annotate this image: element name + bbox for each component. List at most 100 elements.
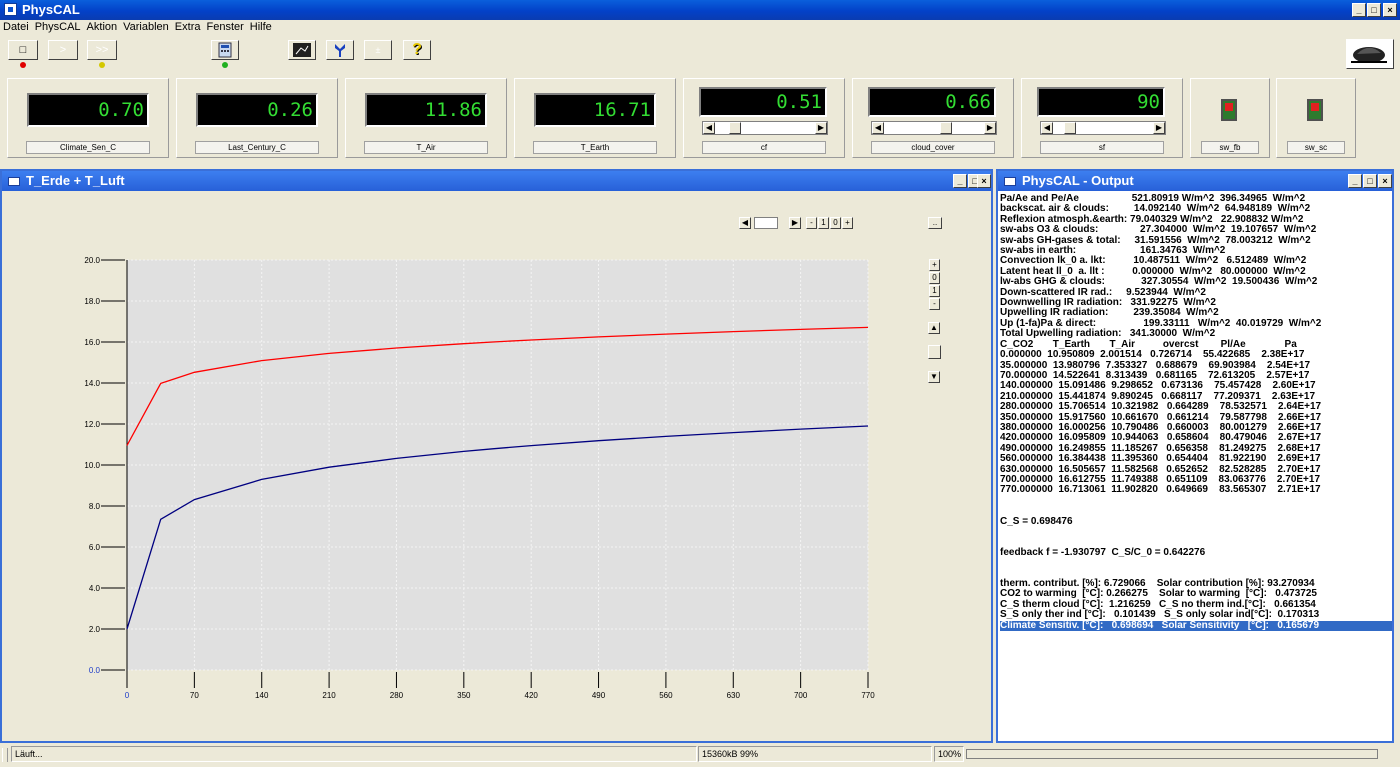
output-line: feedback f = -1.930797 C_S/C_0 = 0.64227…: [1000, 546, 1206, 558]
slider-left-icon[interactable]: ◀: [703, 122, 715, 134]
panel-cloud-cover: 0.66 ◀ ▶ cloud_cover: [852, 78, 1014, 158]
panel-t-air: 11.86 T_Air: [345, 78, 507, 158]
menu-aktion[interactable]: Aktion: [84, 20, 121, 33]
y-tick-label: 6.0: [89, 543, 101, 552]
output-line: C_S = 0.698476: [1000, 515, 1073, 527]
slider-right-icon[interactable]: ▶: [815, 122, 827, 134]
panel-label: T_Earth: [533, 141, 657, 154]
memory-usage: 15360kB 99%: [698, 746, 932, 762]
menu-hilfe[interactable]: Hilfe: [247, 20, 275, 33]
slider-thumb[interactable]: [728, 122, 741, 134]
menu-physcal[interactable]: PhysCAL: [32, 20, 84, 33]
wrench-icon: [335, 44, 345, 57]
graph-button[interactable]: [288, 40, 316, 60]
slider-thumb[interactable]: [1063, 122, 1076, 134]
value-display: 90: [1037, 87, 1165, 117]
y-tick-label: 10.0: [84, 461, 100, 470]
output-text[interactable]: Pa/Ae and Pe/Ae 521.80919 W/m^2 396.3496…: [1000, 194, 1392, 740]
value-display: 0.70: [27, 93, 149, 127]
slider-thumb[interactable]: [939, 122, 952, 134]
logo-button[interactable]: [1346, 39, 1394, 69]
value-display: 16.71: [534, 93, 656, 127]
run-button[interactable]: >>: [87, 40, 117, 60]
menu-extra[interactable]: Extra: [172, 20, 204, 33]
x-tick-label: 280: [390, 691, 404, 700]
y-tick-label: 2.0: [89, 625, 101, 634]
output-line: 0.000000 10.950809 2.001514 0.726714 55.…: [1000, 349, 1305, 361]
y-tick-label: 20.0: [84, 256, 100, 265]
monitor-icon: [293, 43, 311, 57]
x-tick-label: 560: [659, 691, 673, 700]
slider-left-icon[interactable]: ◀: [1041, 122, 1053, 134]
stop-button[interactable]: □: [8, 40, 38, 60]
window-icon: [1004, 177, 1016, 186]
menu-bar: Datei PhysCAL Aktion Variablen Extra Fenster H…: [0, 20, 1400, 36]
app-title: PhysCAL: [22, 2, 80, 17]
step-button[interactable]: >: [48, 40, 78, 60]
output-line: 280.000000 15.706514 10.321982 0.664289 …: [1000, 401, 1322, 413]
x-tick-label: 210: [322, 691, 336, 700]
status-bar: Läuft... 15360kB 99% 100%: [0, 743, 1400, 767]
run-indicator-icon: [99, 62, 105, 68]
menu-datei[interactable]: Datei: [0, 20, 32, 33]
chart-window: T_Erde + T_Luft _ □ × ◀ ▶ - 1 0 + .. + 0…: [0, 169, 993, 743]
y-tick-label: 14.0: [84, 379, 100, 388]
output-line: Climate Sensitiv. [°C]: 0.698694 Solar S…: [1000, 620, 1392, 632]
app-title-bar: PhysCAL _ □ ×: [0, 0, 1400, 20]
calc-mode-button[interactable]: ±: [364, 40, 392, 60]
panel-climate-sen-c: 0.70 Climate_Sen_C: [7, 78, 169, 158]
output-window-title-bar: PhysCAL - Output _ □ ×: [998, 171, 1392, 191]
x-tick-label: 700: [794, 691, 808, 700]
value-display: 0.51: [699, 87, 827, 117]
slider-right-icon[interactable]: ▶: [1153, 122, 1165, 134]
panel-label: Last_Century_C: [195, 141, 319, 154]
menu-variablen[interactable]: Variablen: [120, 20, 172, 33]
output-close-button[interactable]: ×: [1378, 174, 1392, 188]
cf-slider[interactable]: ◀ ▶: [702, 121, 828, 135]
x-tick-label: 490: [592, 691, 606, 700]
panel-label: sw_fb: [1201, 141, 1259, 154]
sf-slider[interactable]: ◀ ▶: [1040, 121, 1166, 135]
progress-fill: [967, 750, 1377, 758]
menu-fenster[interactable]: Fenster: [203, 20, 246, 33]
switch-icon[interactable]: [1221, 99, 1237, 121]
x-tick-label: 630: [727, 691, 741, 700]
output-window: PhysCAL - Output _ □ × Pa/Ae and Pe/Ae 5…: [996, 169, 1394, 743]
progress-percent: 100%: [934, 746, 964, 762]
panel-last-century-c: 0.26 Last_Century_C: [176, 78, 338, 158]
cloud-cover-slider[interactable]: ◀ ▶: [871, 121, 997, 135]
panel-label: cf: [702, 141, 826, 154]
slider-left-icon[interactable]: ◀: [872, 122, 884, 134]
y-tick-label: 4.0: [89, 584, 101, 593]
rock-logo-icon: [1351, 47, 1387, 63]
output-restore-button[interactable]: □: [1363, 174, 1377, 188]
app-icon: [4, 3, 17, 16]
panel-label: Climate_Sen_C: [26, 141, 150, 154]
progress-bar: [966, 749, 1378, 759]
stop-icon: □: [19, 44, 27, 56]
restore-button[interactable]: □: [1367, 3, 1381, 17]
statusbar-grip: [2, 748, 8, 762]
slider-right-icon[interactable]: ▶: [984, 122, 996, 134]
calculator-button[interactable]: [211, 40, 239, 60]
x-tick-label: 70: [190, 691, 199, 700]
value-display: 0.66: [868, 87, 996, 117]
help-icon: ?: [412, 41, 422, 58]
switch-icon[interactable]: [1307, 99, 1323, 121]
help-button[interactable]: ?: [403, 40, 431, 60]
stop-indicator-icon: [20, 62, 26, 68]
x-tick-label: 350: [457, 691, 471, 700]
close-button[interactable]: ×: [1383, 3, 1397, 17]
output-minimize-button[interactable]: _: [1348, 174, 1362, 188]
toolbar: □ > >> ± ?: [0, 36, 1400, 76]
value-display: 0.26: [196, 93, 318, 127]
y-tick-label: 12.0: [84, 420, 100, 429]
panel-sw-fb: sw_fb: [1190, 78, 1270, 158]
minimize-button[interactable]: _: [1352, 3, 1366, 17]
tools-button[interactable]: [326, 40, 354, 60]
panel-sf: 90 ◀ ▶ sf: [1021, 78, 1183, 158]
y-tick-label: 8.0: [89, 502, 101, 511]
